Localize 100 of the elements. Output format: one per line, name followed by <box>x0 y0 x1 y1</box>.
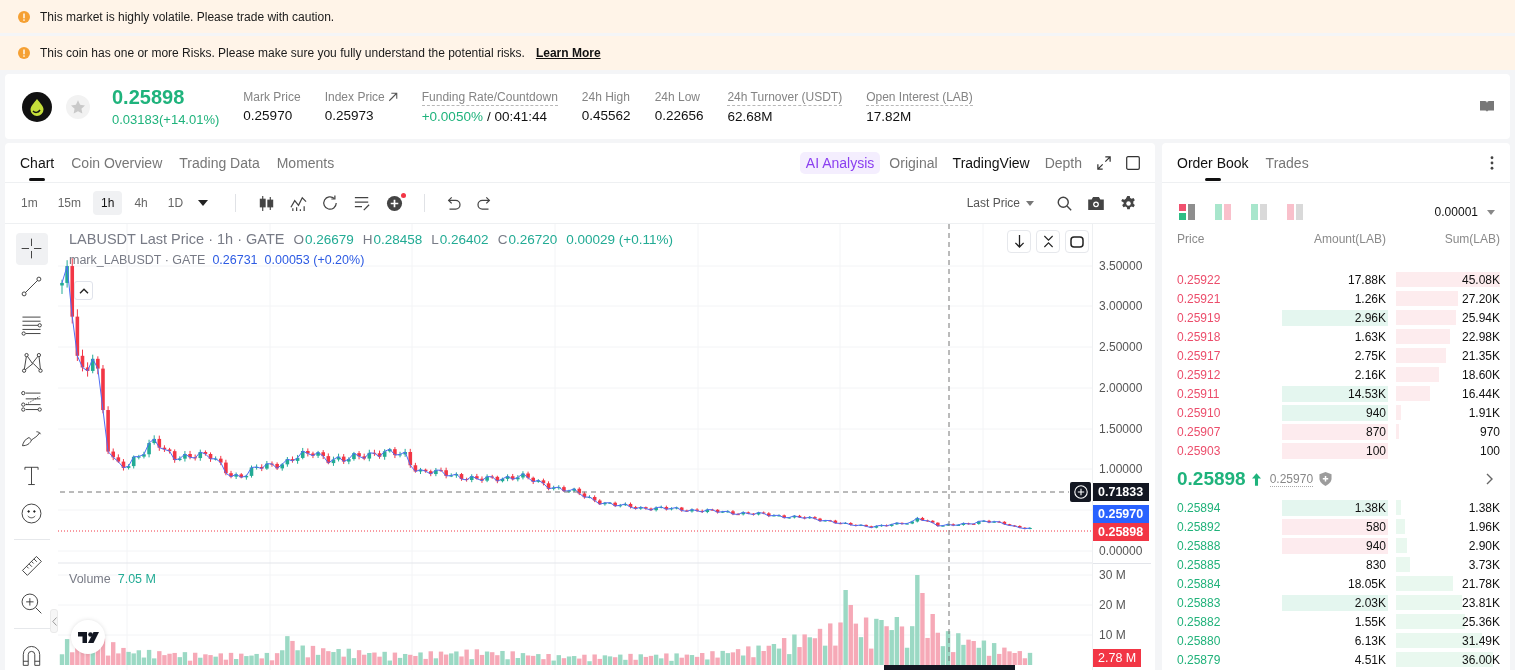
column-header: Sum(LAB) <box>1443 232 1500 246</box>
bid-price: 0.25882 <box>1177 614 1222 629</box>
sum-value: 23.81K <box>1461 595 1500 610</box>
chart-view-tab[interactable]: TradingView <box>952 154 1030 171</box>
amount-cell: 14.53K <box>1282 385 1388 402</box>
price-source-dropdown[interactable]: Last Price <box>966 196 1034 210</box>
line-icon <box>20 275 43 299</box>
ohlc-label: O <box>293 232 304 247</box>
amount-cell: 2.96K <box>1282 309 1388 326</box>
stat-value: 0.25970 <box>243 107 293 123</box>
bid-price: 0.25880 <box>1177 633 1222 648</box>
ask-price: 0.25918 <box>1177 329 1222 344</box>
chart-tab[interactable]: Moments <box>276 143 335 182</box>
undo-icon <box>445 196 462 210</box>
fullscreen-button[interactable] <box>1065 230 1089 253</box>
mark-change: 0.00053 (+0.20%) <box>264 253 365 267</box>
order-book-tab[interactable]: Order Book <box>1177 143 1249 182</box>
ai-analysis-button[interactable]: AI Analysis <box>799 151 881 174</box>
amount-cell-text: 2.75K <box>1353 347 1387 364</box>
amount-cell-text: 4.51K <box>1353 651 1387 668</box>
price-axis-label: 2.50000 <box>1099 340 1143 354</box>
ask-price: 0.25907 <box>1177 424 1222 439</box>
sum-value: 3.73K <box>1468 557 1500 572</box>
chart-view-tab[interactable]: Original <box>889 154 938 171</box>
volume-axis-label: 10 M <box>1099 628 1126 642</box>
price-change: 0.03183(+14.01%) <box>112 111 220 128</box>
stat-label[interactable]: Index Price <box>324 89 385 105</box>
list-icon <box>354 195 371 211</box>
legend-collapse-button[interactable] <box>74 281 93 300</box>
caret-down-icon <box>198 200 209 206</box>
order-book-tab[interactable]: Trades <box>1265 143 1309 182</box>
volume-tag: 2.78 M <box>1093 649 1141 667</box>
window-button[interactable] <box>1126 155 1140 170</box>
chart-tab[interactable]: Trading Data <box>179 143 260 182</box>
sum-value: 1.38K <box>1468 500 1500 515</box>
last-price: 0.25898 <box>112 85 186 109</box>
ohlc-value: 0.26720 <box>508 232 558 247</box>
collapse-icon <box>1042 235 1054 248</box>
magnet-icon <box>20 643 43 667</box>
last-price: 0.25898 <box>1177 468 1246 490</box>
sum-value: 1.96K <box>1468 519 1500 534</box>
interval-button[interactable]: 1m <box>13 191 46 215</box>
shield-plus-icon <box>1319 472 1333 486</box>
ohlc-value: 0.28458 <box>373 232 423 247</box>
amount-cell-text: 2.16K <box>1353 366 1387 383</box>
chart-tab[interactable]: Chart <box>20 143 55 182</box>
precision-dropdown[interactable]: 0.00001 <box>1434 205 1495 219</box>
collapse-button[interactable] <box>1036 230 1060 253</box>
ohlc-label: C <box>497 232 508 247</box>
more-details-button[interactable] <box>1484 472 1494 486</box>
mark-symbol: mark_LABUSDT · GATE <box>69 253 206 267</box>
caret-down-icon <box>1487 209 1495 215</box>
chart-view-tab[interactable]: Depth <box>1044 154 1082 171</box>
stat-label: 24h Low <box>654 89 700 105</box>
plus-circle-icon <box>1073 485 1088 499</box>
price-axis-label: 0.00000 <box>1099 544 1143 558</box>
book-layout-button[interactable] <box>1179 204 1195 220</box>
expand-icon <box>1097 155 1111 170</box>
chart-type-button[interactable] <box>257 193 276 213</box>
stat-label: Open Interest (LAB) <box>866 89 973 106</box>
amount-cell-text: 17.88K <box>1346 271 1387 288</box>
amount-cell: 1.38K <box>1282 499 1388 516</box>
ask-price: 0.25922 <box>1177 272 1222 287</box>
sum-value: 25.36K <box>1461 614 1500 629</box>
plus-circle-icon <box>385 194 403 212</box>
learn-more-link[interactable]: Learn More <box>535 46 601 60</box>
arrow-down-icon <box>1013 235 1025 248</box>
expand-button[interactable] <box>1097 155 1111 170</box>
interval-button[interactable]: 1D <box>159 191 192 215</box>
camera-icon <box>1088 196 1104 210</box>
sum-value: 18.60K <box>1461 367 1500 382</box>
sum-value: 970 <box>1479 424 1500 439</box>
stat-label: Mark Price <box>243 89 301 105</box>
add-indicator-button[interactable] <box>385 193 404 213</box>
sum-value: 21.35K <box>1461 348 1500 363</box>
amount-cell: 580 <box>1282 518 1388 535</box>
arrow-up-right-icon <box>387 92 398 102</box>
chevron-up-icon <box>78 287 89 294</box>
sum-value: 2.90K <box>1468 538 1500 553</box>
zoom-in-icon <box>20 591 43 615</box>
alert-text: This market is highly volatile. Please trade with caution. <box>40 9 335 24</box>
volume-axis-label: 30 M <box>1099 568 1126 582</box>
sum-value: 1.91K <box>1468 405 1500 420</box>
interval-button[interactable]: 1h <box>93 191 123 215</box>
stat-value: 17.82M <box>866 108 912 124</box>
crosshair-tool[interactable] <box>15 233 48 265</box>
alert-icon <box>18 47 30 59</box>
price-axis-label: 2.00000 <box>1099 381 1143 395</box>
ask-price: 0.25919 <box>1177 310 1222 325</box>
interval-button[interactable]: 4h <box>126 191 156 215</box>
sum-value: 36.00K <box>1461 652 1500 667</box>
scroll-down-button[interactable] <box>1007 230 1031 253</box>
replay-button[interactable] <box>321 193 340 213</box>
symbol-title: LABUSDT Last Price · 1h · GATE <box>69 231 285 247</box>
guide-button[interactable] <box>1478 99 1496 114</box>
add-alert-button[interactable] <box>1070 482 1091 502</box>
interval-button[interactable]: 15m <box>49 191 89 215</box>
indicators-icon <box>289 194 307 212</box>
more-button[interactable] <box>1488 154 1496 171</box>
chart-tab[interactable]: Coin Overview <box>71 143 163 182</box>
